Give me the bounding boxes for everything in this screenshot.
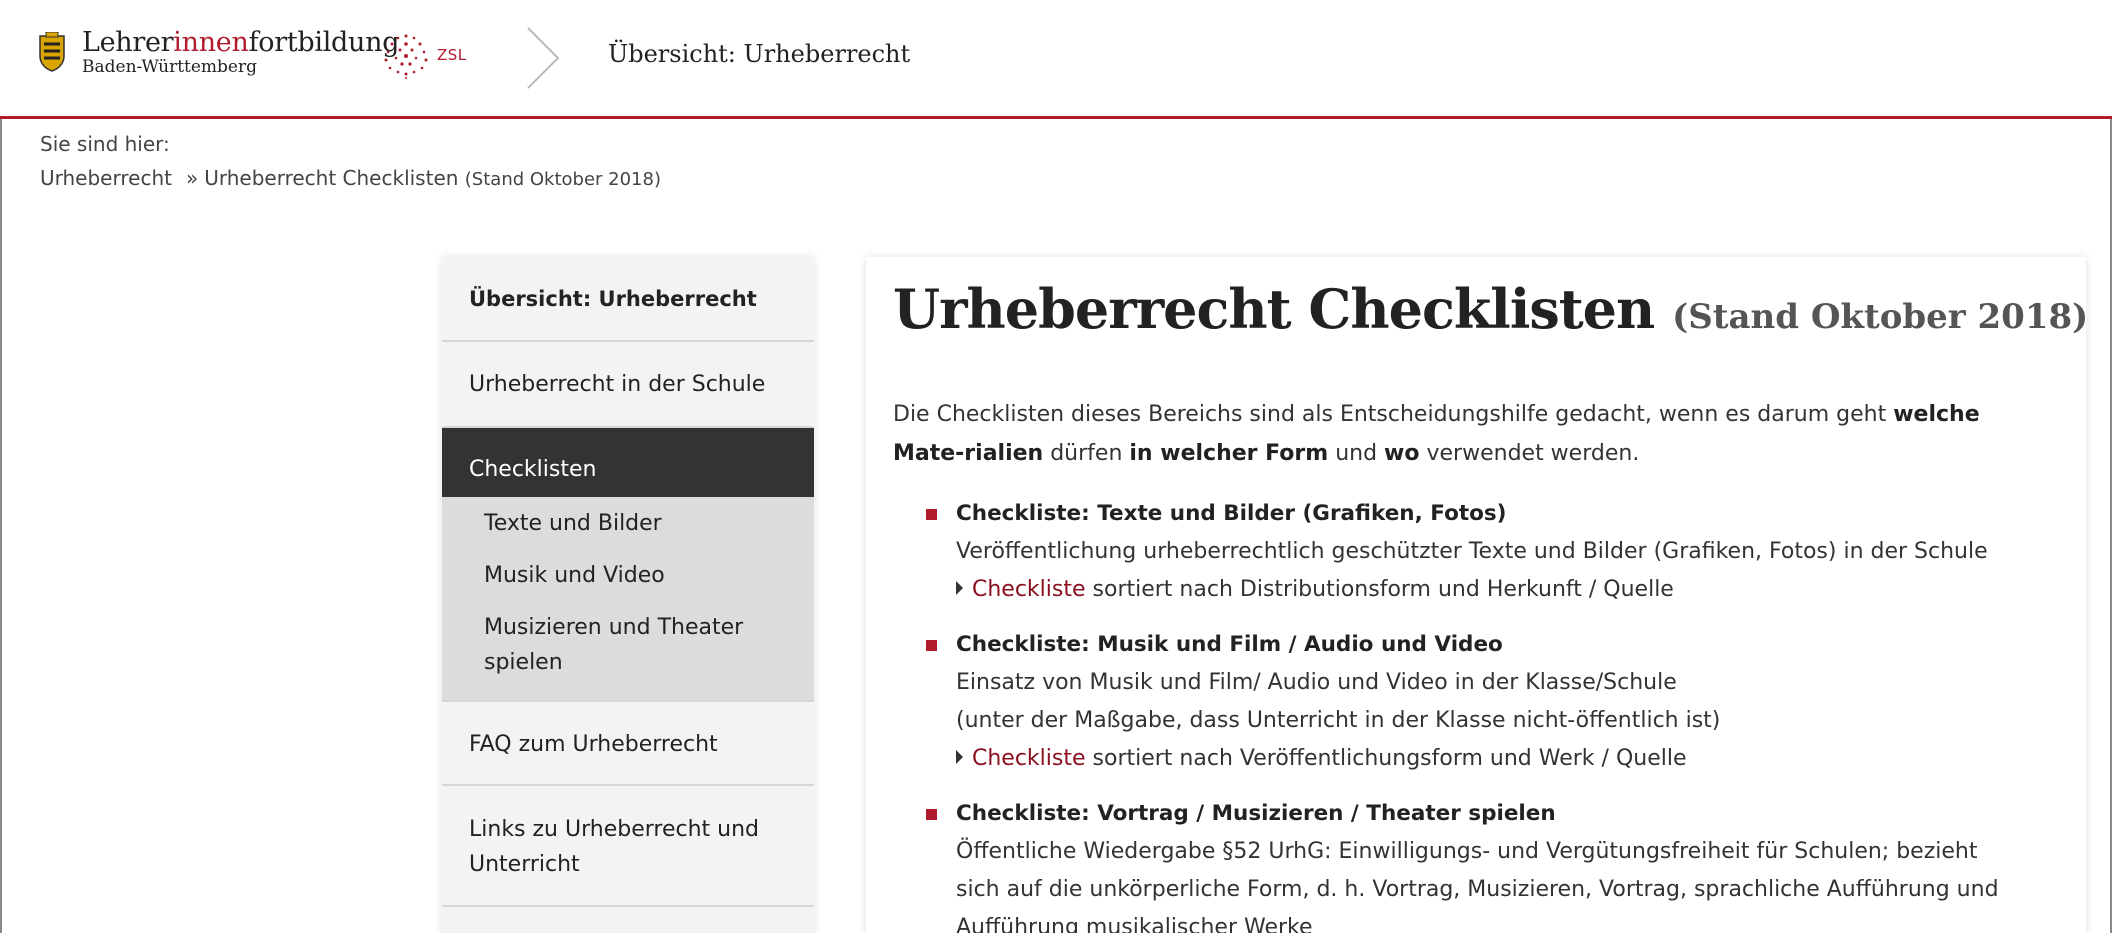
list-item-description: Aufführung musikalischer Werke — [956, 915, 1313, 933]
coat-of-arms-icon — [39, 32, 65, 72]
intro-text: Die Checklisten dieses Bereichs sind als… — [893, 402, 1980, 466]
sidebar-nav: Übersicht: Urheberrecht Urheberrecht in … — [442, 257, 814, 933]
sidebar-subitem-musik[interactable]: Musik und Video — [442, 558, 814, 610]
list-item: Checkliste: Vortrag / Musizieren / Theat… — [926, 795, 2056, 933]
list-item: Checkliste: Musik und Film / Audio und V… — [926, 626, 2056, 778]
sidebar-item-checklisten[interactable]: Checklisten — [442, 428, 814, 497]
list-item: Checkliste: Texte und Bilder (Grafiken, … — [926, 495, 2056, 609]
sidebar-submenu: Texte und Bilder Musik und Video Musizie… — [442, 497, 814, 700]
list-item-title: Checkliste: Texte und Bilder (Grafiken, … — [956, 501, 1507, 526]
sidebar-subitem-theater[interactable]: Musizieren und Theater spielen — [442, 610, 814, 700]
list-item-title: Checkliste: Musik und Film / Audio und V… — [956, 632, 1503, 657]
sidebar-item-more — [442, 907, 814, 933]
breadcrumb-item-current: Urheberrecht Checklisten — [204, 166, 459, 190]
breadcrumb-item-date: (Stand Oktober 2018) — [464, 169, 661, 190]
triangle-right-icon — [956, 750, 963, 764]
bullet-icon — [926, 809, 937, 820]
list-item-description: Öffentliche Wiedergabe §52 UrhG: Einwill… — [956, 839, 1978, 864]
breadcrumb-separator: » — [185, 166, 199, 190]
checkliste-link[interactable]: Checkliste — [972, 746, 1086, 771]
list-item-description: sich auf die unkörperliche Form, d. h. V… — [956, 877, 1999, 902]
breadcrumb-label: Sie sind hier: — [40, 132, 170, 156]
zsl-label[interactable]: ZSL — [437, 46, 467, 64]
breadcrumb: Urheberrecht » Urheberrecht Checklisten (S… — [40, 166, 661, 190]
page-title: Urheberrecht Checklisten (Stand Oktober … — [893, 277, 2089, 341]
sidebar-item-faq[interactable]: FAQ zum Urheberrecht — [442, 700, 814, 786]
sidebar-subitem-texte[interactable]: Texte und Bilder — [442, 501, 814, 558]
bullet-icon — [926, 640, 937, 651]
site-logo[interactable]: Lehrerinnenfortbildung Baden-Württemberg — [82, 28, 400, 77]
site-header: Lehrerinnenfortbildung Baden-Württemberg… — [0, 0, 2112, 119]
page-title-date: (Stand Oktober 2018) — [1672, 297, 2089, 337]
breadcrumb-item-urheberrecht[interactable]: Urheberrecht — [40, 166, 172, 190]
list-item-title: Checkliste: Vortrag / Musizieren / Theat… — [956, 801, 1556, 826]
header-title[interactable]: Übersicht: Urheberrecht — [608, 40, 910, 68]
checkliste-link[interactable]: Checkliste — [972, 577, 1086, 602]
bullet-icon — [926, 509, 937, 520]
triangle-right-icon — [956, 581, 963, 595]
sidebar-item-schule[interactable]: Urheberrecht in der Schule — [442, 342, 814, 428]
list-item-description: Einsatz von Musik und Film/ Audio und Vi… — [956, 670, 1677, 695]
list-item-description: Veröffentlichung urheberrechtlich geschü… — [956, 539, 1988, 564]
main-content: Urheberrecht Checklisten (Stand Oktober … — [866, 257, 2089, 933]
zsl-logo-icon — [384, 34, 428, 79]
checklist-list: Checkliste: Texte und Bilder (Grafiken, … — [926, 495, 2056, 933]
chevron-right-icon — [527, 27, 560, 89]
sidebar-item-overview[interactable]: Übersicht: Urheberrecht — [442, 257, 814, 342]
sidebar-item-links[interactable]: Links zu Urheberrecht und Unterricht — [442, 786, 814, 907]
list-item-description: (unter der Maßgabe, dass Unterricht in d… — [956, 708, 1721, 733]
